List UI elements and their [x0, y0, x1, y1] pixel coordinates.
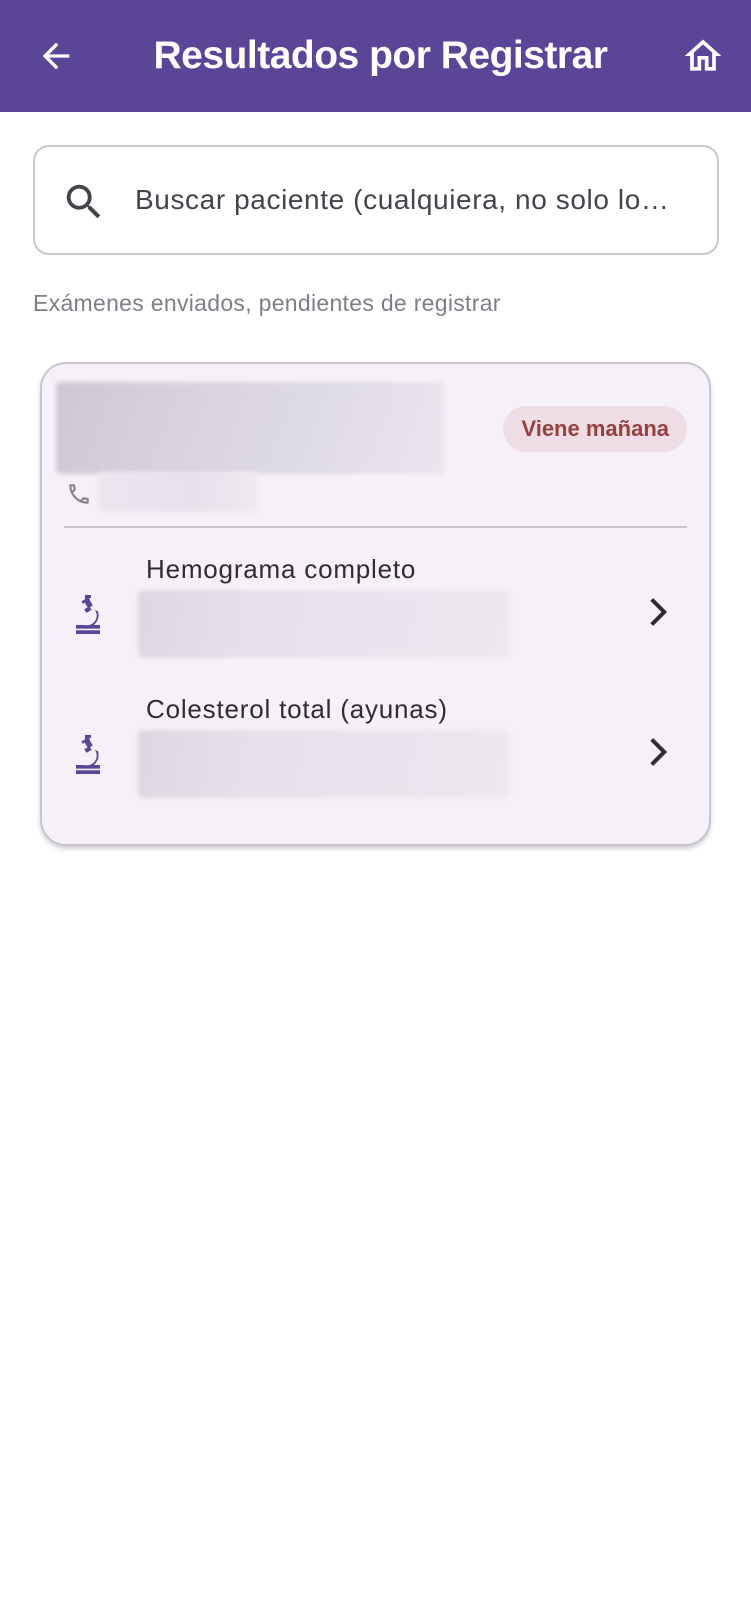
exam-detail-redacted — [138, 590, 510, 658]
patient-name-redacted — [56, 382, 444, 474]
exam-detail-redacted — [138, 730, 510, 798]
search-icon — [66, 184, 101, 219]
home-button[interactable] — [677, 30, 729, 82]
home-icon — [684, 39, 722, 71]
section-caption: Exámenes enviados, pendientes de registr… — [33, 290, 501, 316]
exam-name: Hemograma completo — [146, 554, 417, 584]
divider — [64, 526, 687, 528]
phone-icon — [69, 484, 89, 504]
app-bar: Resultados por Registrar — [0, 0, 751, 112]
exam-row-colesterol[interactable]: Colesterol total (ayunas) — [42, 694, 709, 814]
page-title: Resultados por Registrar — [153, 34, 608, 77]
microscope-icon — [76, 595, 100, 634]
chevron-right-icon — [650, 598, 668, 626]
patient-card[interactable]: Viene mañana Hemograma completo Colester… — [40, 362, 711, 846]
exam-row-hemograma[interactable]: Hemograma completo — [42, 554, 709, 674]
exam-name: Colesterol total (ayunas) — [146, 694, 448, 724]
chevron-right-icon — [650, 738, 668, 766]
microscope-icon — [76, 735, 100, 774]
search-field[interactable] — [33, 145, 719, 255]
search-input[interactable] — [135, 167, 695, 233]
status-badge: Viene mañana — [503, 406, 687, 452]
phone-number-redacted — [98, 472, 258, 512]
